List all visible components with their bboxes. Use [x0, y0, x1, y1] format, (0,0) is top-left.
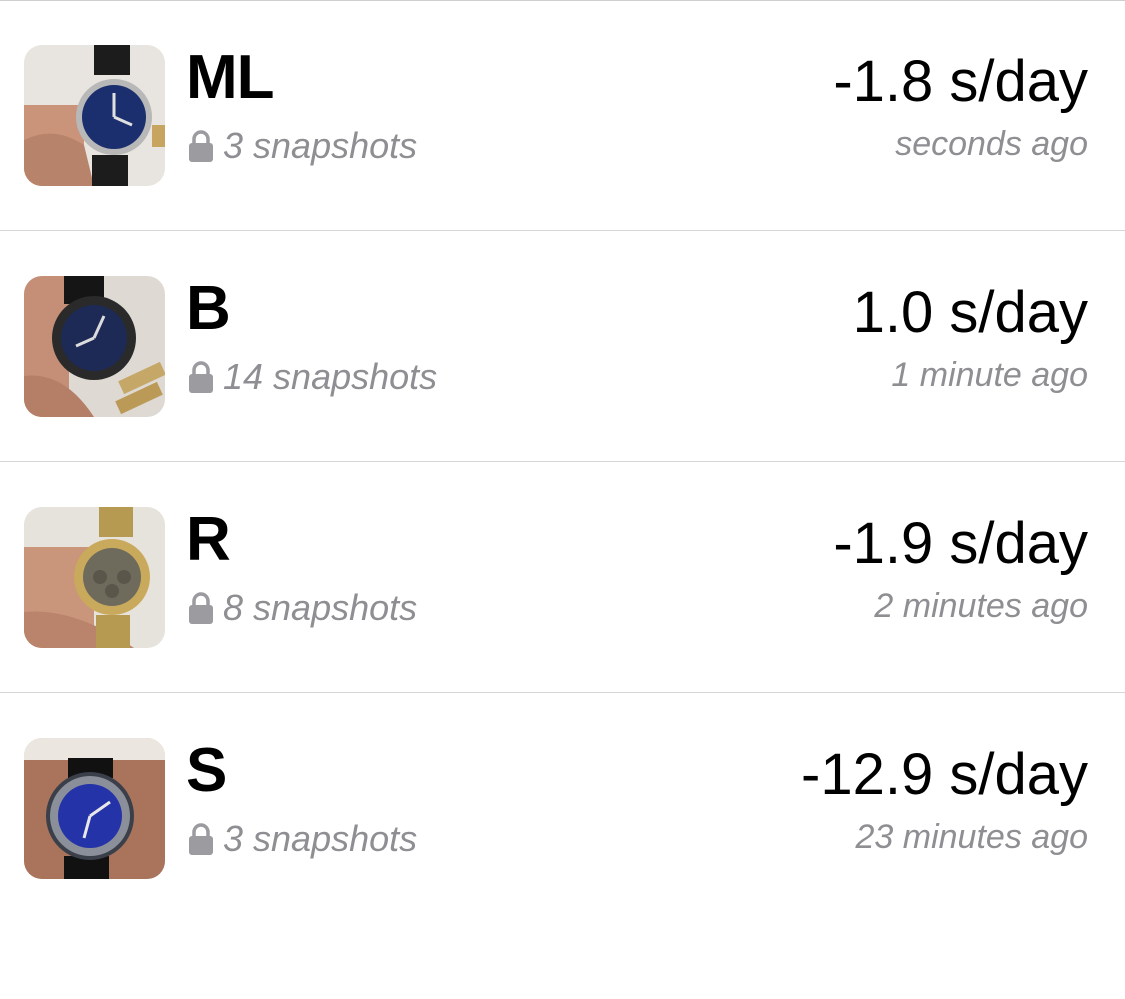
watch-name: B	[186, 274, 231, 343]
snapshot-count-label: 14 snapshots	[223, 356, 438, 397]
last-updated: 23 minutes ago	[855, 818, 1089, 856]
watch-name: S	[186, 736, 227, 805]
snapshot-count-label: 3 snapshots	[223, 125, 418, 166]
watch-row-b[interactable]: B 14 snapshots 1.0 s/day 1 minute ago	[0, 232, 1125, 462]
watch-thumbnail	[24, 507, 165, 648]
lock-icon	[188, 821, 214, 857]
lock-icon	[188, 590, 214, 626]
watch-row-s[interactable]: S 3 snapshots -12.9 s/day 23 minutes ago	[0, 694, 1125, 924]
watch-photo-icon	[24, 507, 165, 648]
watch-thumbnail	[24, 738, 165, 879]
lock-icon	[188, 128, 214, 164]
snapshot-count: 8 snapshots	[188, 588, 417, 628]
snapshot-count: 3 snapshots	[188, 126, 417, 166]
watch-list: ML 3 snapshots -1.8 s/day seconds ago B …	[0, 0, 1125, 999]
watch-name: R	[186, 505, 231, 574]
last-updated: 1 minute ago	[891, 356, 1088, 394]
watch-row-ml[interactable]: ML 3 snapshots -1.8 s/day seconds ago	[0, 1, 1125, 231]
rate-value: -1.9 s/day	[833, 511, 1088, 576]
rate-value: -1.8 s/day	[833, 49, 1088, 114]
watch-thumbnail	[24, 276, 165, 417]
watch-row-r[interactable]: R 8 snapshots -1.9 s/day 2 minutes ago	[0, 463, 1125, 693]
snapshot-count: 14 snapshots	[188, 357, 437, 397]
watch-photo-icon	[24, 276, 165, 417]
rate-value: -12.9 s/day	[801, 742, 1088, 807]
watch-thumbnail	[24, 45, 165, 186]
watch-name: ML	[186, 43, 275, 112]
last-updated: seconds ago	[895, 125, 1088, 163]
watch-photo-icon	[24, 45, 165, 186]
snapshot-count: 3 snapshots	[188, 819, 417, 859]
last-updated: 2 minutes ago	[874, 587, 1088, 625]
snapshot-count-label: 3 snapshots	[223, 818, 418, 859]
snapshot-count-label: 8 snapshots	[223, 587, 418, 628]
watch-photo-icon	[24, 738, 165, 879]
rate-value: 1.0 s/day	[852, 280, 1088, 345]
lock-icon	[188, 359, 214, 395]
